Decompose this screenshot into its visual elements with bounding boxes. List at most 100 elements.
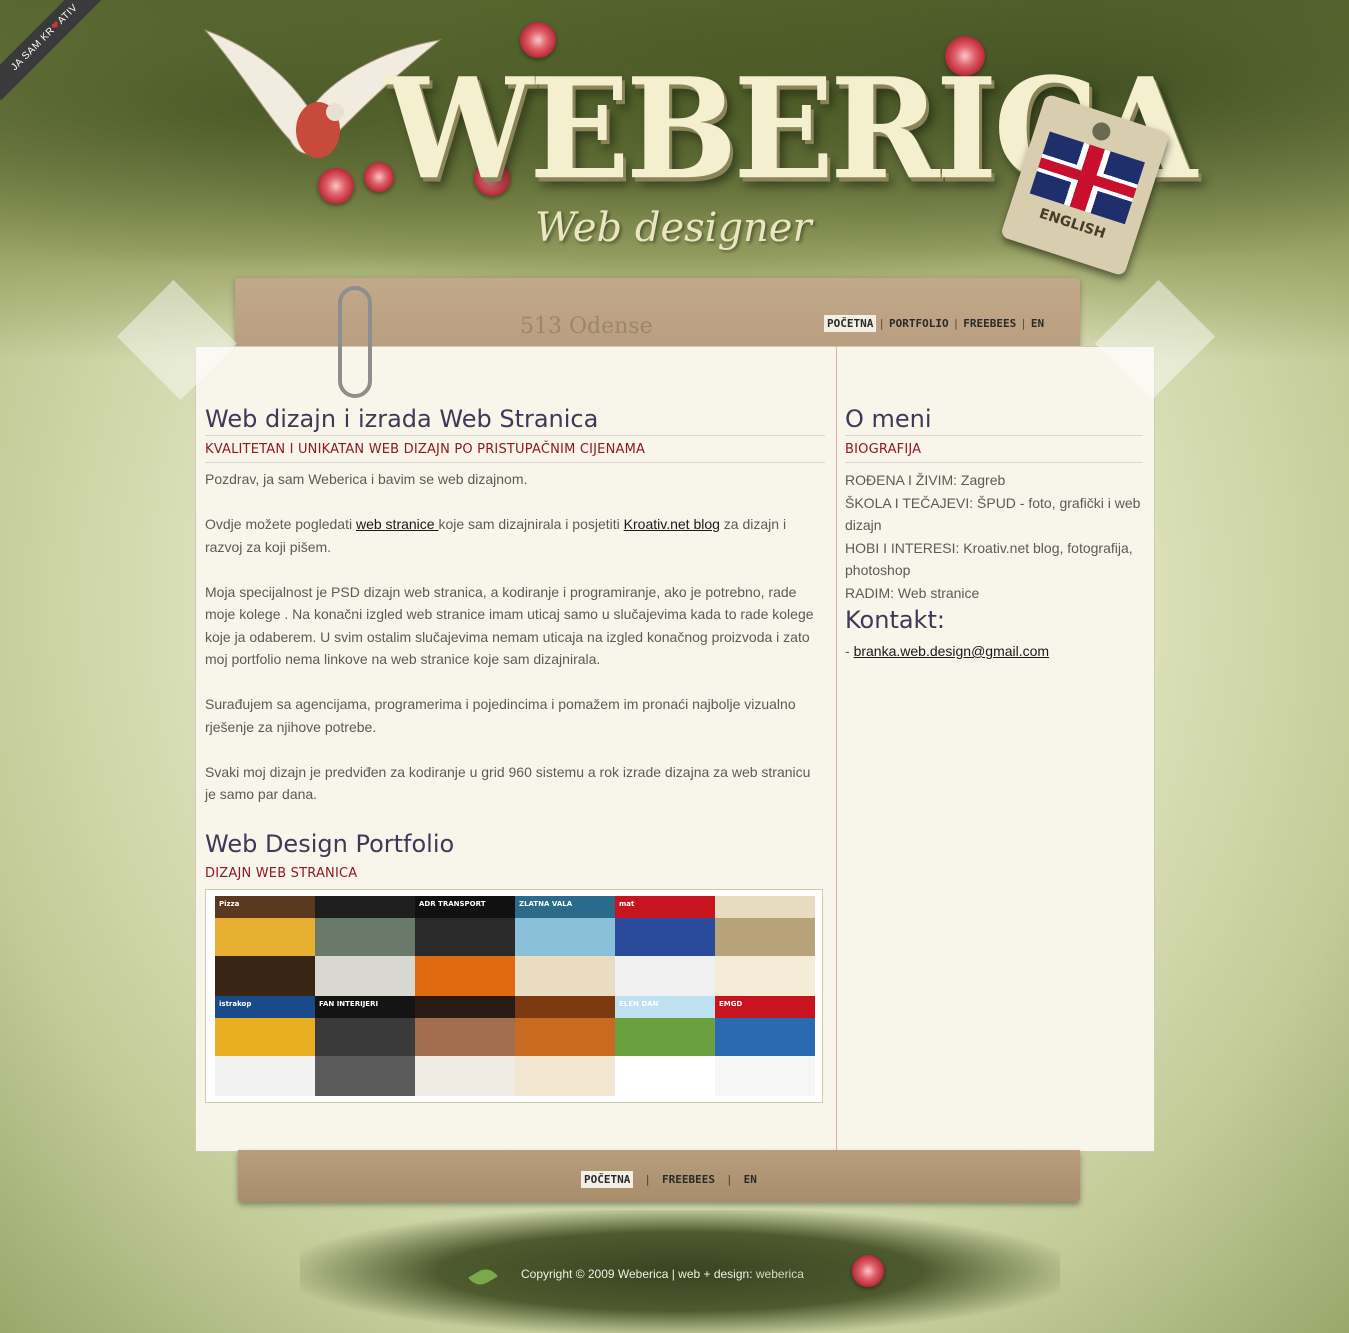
thumbnail-band [515,1056,615,1096]
footer-nav-freebees[interactable]: FREEBEES [662,1173,715,1186]
intro-p2-text: Ovdje možete pogledati [205,516,356,532]
sidebar: O meni BIOGRAFIJA ROĐENA I ŽIVIM: Zagreb… [845,403,1143,663]
thumbnail-band [315,896,415,918]
nav-en[interactable]: EN [1029,317,1046,330]
nav-separator: | [878,316,885,330]
thumbnail-band [515,996,615,1018]
portfolio-thumbnail[interactable]: ADR TRANSPORT [415,896,515,996]
portfolio-thumbnail[interactable] [415,996,515,1096]
nav-freebees[interactable]: FREEBEES [961,317,1018,330]
thumbnail-band [415,1056,515,1096]
thumbnail-band [315,1018,415,1056]
intro-p1: Pozdrav, ja sam Weberica i bavim se web … [205,471,528,487]
thumbnail-band [515,918,615,956]
thumbnail-label: ELEN DAN [619,1000,659,1008]
bio-list: ROĐENA I ŽIVIM: Zagreb ŠKOLA I TEČAJEVI:… [845,469,1143,604]
bio-item: ŠKOLA I TEČAJEVI: ŠPUD - foto, grafički … [845,494,1141,534]
tag-hole [1090,120,1113,143]
portfolio-thumbnail[interactable]: Pizza [215,896,315,996]
thumbnail-band [415,1018,515,1056]
copyright-text: Copyright © 2009 Weberica | web + design… [521,1267,756,1281]
footer-nav-separator: | [644,1173,651,1186]
thumbnail-band [215,1056,315,1096]
portfolio-thumbnail[interactable]: ZLATNA VALA [515,896,615,996]
copyright: Copyright © 2009 Weberica | web + design… [521,1267,804,1281]
thumbnail-band [215,956,315,996]
thumbnail-label: istrakop [219,1000,252,1008]
column-divider [836,346,837,1152]
footer-nav: POČETNA | FREEBEES | EN [581,1171,757,1188]
thumbnail-band [615,918,715,956]
contact-title: Kontakt: [845,606,945,634]
thumbnail-label: FAN INTERIJERI [319,1000,379,1008]
portfolio-thumbnail[interactable] [515,996,615,1096]
thumbnail-band [615,1018,715,1056]
footer-nav-en[interactable]: EN [744,1173,757,1186]
footer-nav-pocetna[interactable]: POČETNA [581,1171,634,1188]
thumbnail-band [715,918,815,956]
kroativ-blog-link[interactable]: Kroativ.net blog [624,516,720,532]
portfolio-thumbnail[interactable] [715,896,815,996]
thumbnail-band [415,918,515,956]
thumbnail-band [715,956,815,996]
main-subtitle: KVALITETAN I UNIKATAN WEB DIZAJN PO PRIS… [205,435,825,463]
email-link[interactable]: branka.web.design@gmail.com [854,643,1050,659]
bio-item: HOBI I INTERESI: Kroativ.net blog, fotog… [845,539,1133,579]
postmark-stamp: 513 Odense [520,314,653,339]
thumbnail-band [715,1056,815,1096]
site-logo[interactable]: WEBERICA [385,51,1197,209]
nav-separator: | [1020,316,1027,330]
bio-subtitle: BIOGRAFIJA [845,435,1143,463]
portfolio-grid: Pizza ADR TRANSPORT ZLATNA VALA mat istrakop… [215,896,815,1096]
main-title: Web dizajn i izrada Web Stranica [205,405,599,433]
main-nav: POČETNA | PORTFOLIO | FREEBEES | EN [824,314,1046,332]
thumbnail-band [315,918,415,956]
thumbnail-label: EMGD [719,1000,743,1008]
thumbnail-band [415,996,515,1018]
copyright-author: weberica [755,1267,804,1281]
thumbnail-band [515,1018,615,1056]
rose-icon [852,1255,884,1287]
intro-p2: Ovdje možete pogledati web stranice koje… [205,513,825,558]
thumbnail-band [615,1056,715,1096]
thumbnail-label: Pizza [219,900,240,908]
nav-pocetna[interactable]: POČETNA [824,314,877,332]
nav-portfolio[interactable]: PORTFOLIO [887,317,951,330]
nav-separator: | [952,316,960,330]
bio-item: ROĐENA I ŽIVIM: Zagreb [845,472,1006,488]
portfolio-subtitle: DIZAJN WEB STRANICA [205,866,358,881]
rose-icon [318,168,354,204]
portfolio-gallery: Pizza ADR TRANSPORT ZLATNA VALA mat istrakop… [205,889,823,1103]
portfolio-thumbnail[interactable] [315,896,415,996]
thumbnail-band [215,918,315,956]
thumbnail-band [615,956,715,996]
main-column: Web dizajn i izrada Web Stranica KVALITE… [205,403,825,1103]
paperclip-icon [338,286,372,398]
thumbnail-band [315,1056,415,1096]
contact-prefix: - [845,643,854,659]
bio-item: RADIM: Web stranice [845,584,980,601]
portfolio-thumbnail[interactable]: EMGD [715,996,815,1096]
thumbnail-band [315,956,415,996]
thumbnail-label: ZLATNA VALA [519,900,573,908]
thumbnail-band [215,1018,315,1056]
portfolio-thumbnail[interactable]: ELEN DAN [615,996,715,1096]
thumbnail-label: mat [619,900,635,908]
portfolio-title: Web Design Portfolio [205,830,455,858]
portfolio-thumbnail[interactable]: FAN INTERIJERI [315,996,415,1096]
intro-p3: Moja specijalnost je PSD dizajn web stra… [205,583,814,668]
intro-p4: Surađujem sa agencijama, programerima i … [205,696,796,735]
web-stranice-link[interactable]: web stranice [356,516,438,532]
portfolio-thumbnail[interactable]: mat [615,896,715,996]
intro-p5: Svaki moj dizajn je predviđen za kodiran… [205,763,811,803]
portfolio-thumbnail[interactable]: istrakop [215,996,315,1096]
ribbon-text-end: ATIV [55,2,81,27]
contact-line: - branka.web.design@gmail.com [845,640,1143,663]
intro-text: Pozdrav, ja sam Weberica i bavim se web … [205,468,825,806]
thumbnail-band [515,956,615,996]
about-title: O meni [845,405,932,433]
thumbnail-label: ADR TRANSPORT [419,900,486,908]
site-tagline: Web designer [535,205,812,251]
thumbnail-band [715,1018,815,1056]
thumbnail-band [415,956,515,996]
